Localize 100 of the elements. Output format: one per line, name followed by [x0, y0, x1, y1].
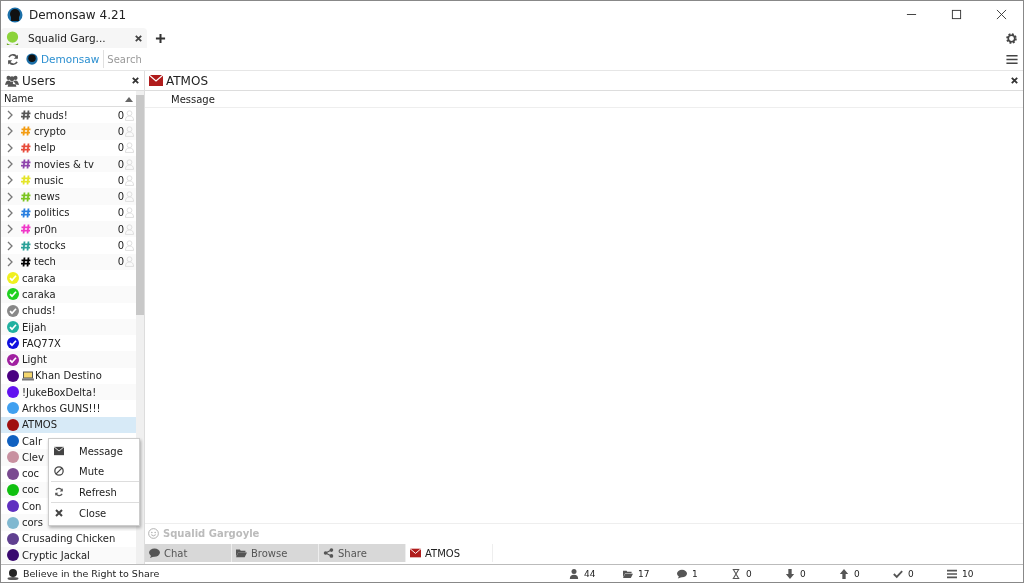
user-name[interactable]: Clev: [22, 451, 44, 463]
member-count: 0: [117, 191, 124, 203]
app-logo-icon: [7, 6, 23, 23]
list-icon: [947, 568, 957, 579]
user-name[interactable]: cors: [22, 517, 43, 529]
room-name[interactable]: music: [34, 174, 64, 186]
user-name[interactable]: Light: [22, 354, 47, 366]
up-arrow-icon: [839, 568, 849, 579]
person-icon: [125, 256, 134, 268]
person-icon: [569, 568, 579, 579]
room-name[interactable]: news: [34, 191, 60, 203]
speech-bubble-icon: [677, 568, 687, 579]
status-motto: Believe in the Right to Share: [23, 568, 160, 579]
room-name[interactable]: stocks: [34, 240, 66, 251]
user-name[interactable]: FAQ77X: [22, 337, 61, 349]
bottom-tab[interactable]: Chat: [145, 544, 232, 562]
user-name[interactable]: coc: [22, 484, 40, 496]
user-name[interactable]: Con: [22, 500, 42, 512]
chevron-icon[interactable]: [7, 240, 13, 251]
status-count: 10: [962, 568, 974, 579]
person-icon: [125, 142, 134, 154]
menu-item[interactable]: Close: [49, 503, 139, 523]
settings-icon[interactable]: [1005, 31, 1018, 45]
menu-item[interactable]: Mute: [49, 461, 139, 481]
close-icon: [54, 508, 64, 518]
envelope-icon: [149, 74, 163, 87]
room-name[interactable]: pr0n: [34, 223, 58, 235]
user-name[interactable]: caraka: [22, 272, 56, 284]
sort-icon: [125, 95, 133, 102]
avatar-icon: [5, 30, 20, 46]
hourglass-icon: [731, 568, 741, 579]
chevron-icon[interactable]: [7, 224, 13, 235]
member-count: 0: [117, 207, 124, 219]
user-name[interactable]: caraka: [22, 288, 56, 300]
member-count: 0: [117, 125, 124, 137]
menu-item[interactable]: Refresh: [49, 482, 139, 502]
person-icon: [125, 240, 134, 251]
room-name[interactable]: movies & tv: [34, 158, 94, 170]
folder-icon: [236, 548, 247, 558]
room-name[interactable]: help: [34, 142, 56, 154]
block-icon: [54, 466, 64, 476]
network-name[interactable]: Demonsaw: [41, 53, 100, 65]
column-header[interactable]: Message: [171, 93, 215, 105]
status-count: 0: [800, 568, 806, 579]
scrollbar-thumb[interactable]: [136, 95, 144, 315]
status-count: 17: [638, 568, 650, 579]
close-button[interactable]: [996, 9, 1007, 20]
menu-item[interactable]: Message: [49, 441, 139, 461]
chevron-icon[interactable]: [7, 256, 13, 267]
person-icon: [125, 191, 134, 203]
room-name[interactable]: tech: [34, 256, 56, 268]
user-name[interactable]: chuds!: [22, 305, 56, 317]
bottom-tab[interactable]: Share: [319, 544, 406, 562]
panel-title: ATMOS: [166, 73, 209, 88]
down-arrow-icon: [785, 568, 795, 579]
user-name[interactable]: Eijah: [22, 321, 47, 333]
envelope-icon: [410, 548, 421, 558]
user-name[interactable]: Crusading Chicken: [22, 533, 116, 545]
person-icon: [125, 125, 134, 137]
member-count: 0: [117, 256, 124, 268]
maximize-button[interactable]: [951, 9, 962, 20]
user-name[interactable]: ATMOS: [22, 419, 58, 431]
add-tab-icon[interactable]: [155, 32, 166, 44]
speech-bubble-icon: [149, 548, 160, 558]
room-name[interactable]: chuds!: [34, 109, 68, 121]
status-count: 0: [908, 568, 914, 579]
user-name[interactable]: Calr: [22, 435, 42, 447]
status-count: 0: [746, 568, 752, 579]
chevron-icon[interactable]: [7, 159, 13, 170]
close-icon[interactable]: [134, 33, 143, 43]
refresh-icon: [54, 487, 64, 497]
chevron-icon[interactable]: [7, 207, 13, 218]
status-count: 1: [692, 568, 698, 579]
bottom-tab[interactable]: Browse: [232, 544, 319, 562]
chevron-icon[interactable]: [7, 191, 13, 202]
room-name[interactable]: crypto: [34, 125, 66, 137]
column-header[interactable]: Name: [1, 91, 136, 107]
user-name[interactable]: coc: [22, 468, 40, 480]
envelope-icon: [54, 446, 64, 456]
menu-icon[interactable]: [1005, 52, 1019, 66]
share-icon: [323, 548, 334, 558]
chevron-icon[interactable]: [7, 126, 13, 137]
chevron-icon[interactable]: [7, 175, 13, 186]
refresh-icon[interactable]: [6, 52, 20, 66]
chevron-icon[interactable]: [7, 142, 13, 153]
session-tab[interactable]: Squalid Garg...: [1, 28, 147, 48]
mascot-icon: [7, 567, 19, 580]
member-count: 0: [117, 223, 124, 235]
member-count: 0: [117, 240, 124, 251]
person-icon: [125, 158, 134, 170]
member-count: 0: [117, 174, 124, 186]
check-icon: [893, 568, 903, 579]
close-icon[interactable]: [1010, 76, 1019, 85]
room-name[interactable]: politics: [34, 207, 70, 219]
chevron-icon[interactable]: [7, 110, 13, 121]
panel-title: Users: [22, 73, 56, 88]
user-name[interactable]: Khan Destino: [35, 370, 102, 382]
close-icon[interactable]: [131, 76, 140, 85]
user-name[interactable]: Arkhos GUNS!!!: [22, 403, 101, 414]
person-icon: [125, 223, 134, 235]
